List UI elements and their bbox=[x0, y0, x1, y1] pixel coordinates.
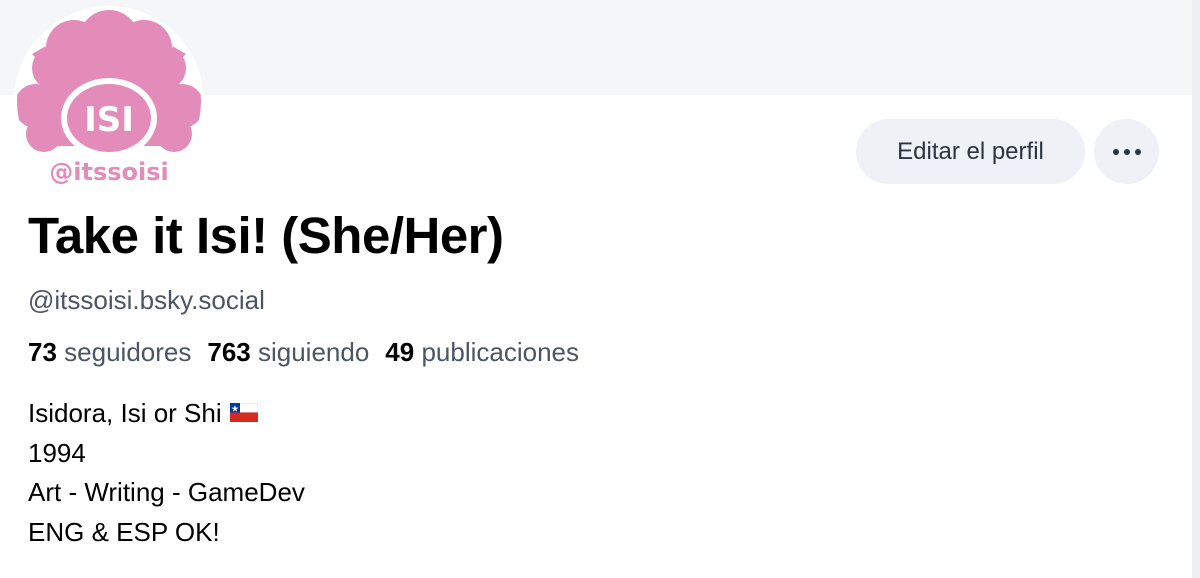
following-count: 763 bbox=[207, 337, 251, 367]
posts-label: publicaciones bbox=[421, 337, 580, 367]
bio-line: 1994 bbox=[28, 437, 86, 468]
followers-stat[interactable]: 73 seguidores bbox=[28, 337, 191, 368]
profile-stats: 73 seguidores 763 siguiendo 49 publicaci… bbox=[28, 337, 579, 368]
chile-flag-icon bbox=[229, 394, 259, 434]
profile-page: ISI @itssoisi Editar el perfil Take it I… bbox=[0, 0, 1200, 578]
following-label: siguiendo bbox=[257, 337, 370, 367]
display-name: Take it Isi! (She/Her) bbox=[28, 207, 504, 264]
scrollbar-track bbox=[1192, 0, 1200, 578]
bio-line: Isidora, Isi or Shi bbox=[28, 394, 305, 434]
avatar-caption: @itssoisi bbox=[49, 158, 169, 186]
bio-line: Art - Writing - GameDev bbox=[28, 477, 305, 507]
bio-line-text: Isidora, Isi or Shi bbox=[28, 398, 222, 428]
followers-count: 73 bbox=[28, 337, 57, 367]
posts-count: 49 bbox=[385, 337, 415, 367]
ellipsis-icon bbox=[1112, 148, 1141, 155]
posts-stat: 49 publicaciones bbox=[385, 337, 579, 368]
more-options-button[interactable] bbox=[1094, 119, 1159, 184]
profile-bio: Isidora, Isi or Shi 1994 Art - Writing -… bbox=[28, 394, 305, 552]
avatar[interactable]: ISI @itssoisi bbox=[14, 6, 204, 196]
bio-line: ENG & ESP OK! bbox=[28, 516, 220, 547]
following-stat[interactable]: 763 siguiendo bbox=[207, 337, 369, 368]
edit-profile-button[interactable]: Editar el perfil bbox=[856, 119, 1085, 184]
avatar-logo-icon: ISI @itssoisi bbox=[17, 10, 201, 186]
followers-label: seguidores bbox=[64, 337, 192, 367]
profile-handle: @itssoisi.bsky.social bbox=[28, 285, 265, 315]
avatar-initials: ISI bbox=[84, 100, 134, 140]
